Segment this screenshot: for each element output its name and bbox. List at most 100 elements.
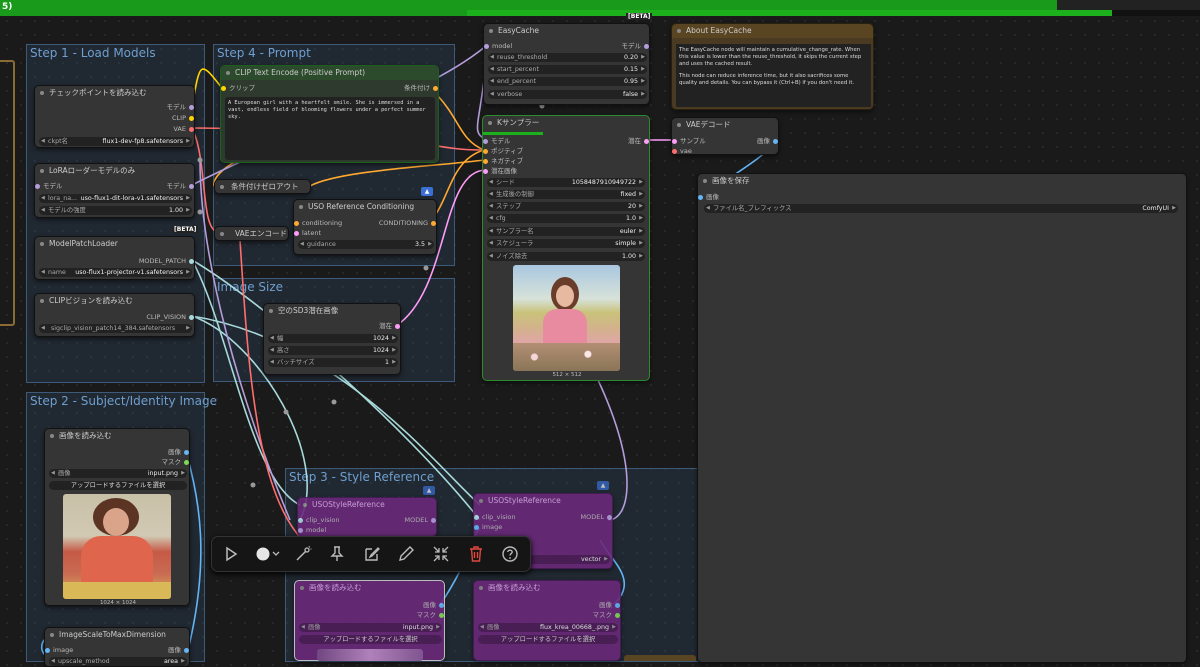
node-vae-decode[interactable]: VAEデコード サンプル vae 画像: [671, 117, 779, 155]
node-title: About EasyCache: [672, 24, 873, 38]
control-after-generate-widget[interactable]: 生成後の制御fixed: [487, 190, 645, 199]
node-model-patch-loader[interactable]: ModelPatchLoader MODEL_PATCH nameuso-flu…: [34, 236, 195, 280]
node-empty-sd3-latent[interactable]: 空のSD3潜在画像 潜在 幅1024 高さ1024 バッチサイズ1: [263, 303, 401, 375]
note-text[interactable]: The EasyCache node will maintain a cumul…: [676, 44, 871, 107]
image-select-widget[interactable]: 画像flux_krea_00668_.png: [478, 623, 618, 632]
output-model-patch[interactable]: MODEL_PATCH: [139, 257, 194, 266]
output-vae[interactable]: VAE: [173, 125, 194, 134]
image-select-widget[interactable]: 画像input.png: [49, 469, 187, 478]
input-latent[interactable]: latent: [294, 229, 321, 238]
node-lora-loader[interactable]: LoRAローダーモデルのみ モデル モデル lora_na...uso-flux…: [34, 163, 195, 218]
input-model[interactable]: model: [298, 526, 326, 535]
height-widget[interactable]: 高さ1024: [268, 346, 398, 355]
input-clip-vision[interactable]: clip_vision: [298, 516, 340, 525]
seed-widget[interactable]: シード1058487910949722: [487, 178, 645, 187]
node-graph-canvas[interactable]: 5) Step 1 - Load Models Step 4 - Prompt …: [0, 0, 1200, 667]
input-clip-vision[interactable]: clip_vision: [474, 513, 516, 522]
output-model[interactable]: モデル: [622, 42, 649, 51]
input-latent-image[interactable]: 潜在画像: [483, 167, 517, 176]
end-percent-widget[interactable]: end_percent0.95: [488, 77, 647, 86]
node-load-image-style-2[interactable]: 画像を読み込む 画像 マスク 画像flux_krea_00668_.png アッ…: [473, 580, 621, 661]
input-negative[interactable]: ネガティブ: [483, 157, 523, 166]
output-conditioning[interactable]: CONDITIONING: [379, 219, 436, 228]
node-clip-vision-loader[interactable]: CLIPビジョンを読み込む CLIP_VISION sigclip_vision…: [34, 293, 195, 337]
output-mask[interactable]: マスク: [162, 458, 189, 467]
trash-icon[interactable]: [467, 545, 485, 563]
output-latent[interactable]: 潜在: [379, 322, 400, 331]
input-model[interactable]: モデル: [483, 137, 511, 146]
help-icon[interactable]: [501, 545, 519, 563]
node-clip-text-encode[interactable]: CLIP Text Encode (Positive Prompt) クリップ …: [220, 65, 439, 163]
batch-size-widget[interactable]: バッチサイズ1: [268, 358, 398, 367]
pencil-icon[interactable]: [397, 545, 415, 563]
output-clip-vision[interactable]: CLIP_VISION: [146, 313, 194, 322]
input-conditioning[interactable]: conditioning: [294, 219, 342, 228]
sampler-name-widget[interactable]: サンプラー名euler: [487, 227, 645, 236]
cfg-widget[interactable]: cfg1.0: [487, 214, 645, 223]
scheduler-widget[interactable]: スケジューラsimple: [487, 239, 645, 248]
output-image[interactable]: 画像: [168, 448, 189, 457]
input-vae[interactable]: vae: [672, 147, 692, 156]
reuse-threshold-widget[interactable]: reuse_threshold0.20: [488, 53, 647, 62]
denoise-widget[interactable]: ノイズ除去1.00: [487, 252, 645, 261]
node-note-about-easycache[interactable]: About EasyCache The EasyCache node will …: [671, 23, 874, 110]
node-save-image[interactable]: 画像を保存 画像 ファイル名_プレフィックスComfyUI: [697, 173, 1187, 663]
clip-vision-name-widget[interactable]: sigclip_vision_patch14_384.safetensors: [39, 324, 192, 333]
lora-name-widget[interactable]: lora_na...uso-flux1-dit-lora-v1.safetens…: [39, 194, 192, 203]
verbose-toggle[interactable]: verbosefalse: [488, 90, 647, 99]
node-easycache[interactable]: EasyCache model モデル reuse_threshold0.20 …: [483, 23, 650, 105]
output-image[interactable]: 画像: [599, 601, 620, 610]
upload-button[interactable]: アップロードするファイルを選択: [49, 481, 187, 490]
input-samples[interactable]: サンプル: [672, 137, 706, 146]
wand-icon[interactable]: [294, 545, 312, 563]
node-uso-reference-conditioning[interactable]: USO Reference Conditioning conditioning …: [293, 199, 437, 255]
output-model[interactable]: モデル: [167, 182, 194, 191]
output-image[interactable]: 画像: [757, 137, 778, 146]
node-checkpoint-loader[interactable]: チェックポイントを読み込む モデル CLIP VAE ckpt名flux1-de…: [34, 85, 195, 148]
guidance-widget[interactable]: guidance3.5: [298, 240, 434, 249]
output-clip[interactable]: CLIP: [172, 114, 194, 123]
output-image[interactable]: 画像: [423, 601, 444, 610]
ckpt-name-widget[interactable]: ckpt名flux1-dev-fp8.safetensors: [39, 137, 192, 146]
node-uso-style-reference-1[interactable]: USOStyleReference clip_vision model MODE…: [297, 497, 437, 537]
output-mask[interactable]: マスク: [593, 611, 620, 620]
input-positive[interactable]: ポジティブ: [483, 147, 523, 156]
node-image-scale-to-max[interactable]: ImageScaleToMaxDimension image 画像 upscal…: [44, 627, 190, 667]
node-ksampler[interactable]: Kサンプラー モデル ポジティブ ネガティブ 潜在画像 潜在 シード105848…: [482, 115, 650, 381]
edit-icon[interactable]: [363, 545, 381, 563]
patch-name-widget[interactable]: nameuso-flux1-projector-v1.safetensors: [39, 268, 192, 277]
upscale-method-widget[interactable]: upscale_methodarea: [49, 657, 187, 666]
node-load-image-subject[interactable]: 画像を読み込む 画像 マスク 画像input.png アップロードするファイルを…: [44, 428, 190, 606]
node-vae-encode[interactable]: VAEエンコード: [214, 226, 289, 241]
pin-icon[interactable]: [328, 545, 346, 563]
upload-button[interactable]: アップロードするファイルを選択: [478, 635, 618, 644]
collapse-icon[interactable]: [432, 545, 450, 563]
output-model[interactable]: MODEL: [581, 513, 612, 522]
start-percent-widget[interactable]: start_percent0.15: [488, 65, 647, 74]
output-model[interactable]: モデル: [167, 103, 194, 112]
output-mask[interactable]: マスク: [417, 611, 444, 620]
input-clip[interactable]: クリップ: [221, 84, 255, 93]
color-circle-icon[interactable]: [254, 545, 282, 563]
input-model[interactable]: model: [484, 42, 512, 51]
wire-cond-neg: [309, 159, 485, 187]
node-conditioning-zero-out[interactable]: 条件付けゼロアウト: [214, 179, 311, 194]
node-load-image-style-1[interactable]: 画像を読み込む 画像 マスク 画像input.png アップロードするファイルを…: [294, 580, 445, 661]
node-title: ImageScaleToMaxDimension: [45, 628, 189, 642]
input-image[interactable]: 画像: [698, 193, 719, 202]
width-widget[interactable]: 幅1024: [268, 334, 398, 343]
upload-button[interactable]: アップロードするファイルを選択: [299, 635, 442, 644]
input-model[interactable]: モデル: [35, 182, 63, 191]
output-image[interactable]: 画像: [168, 646, 189, 655]
steps-widget[interactable]: ステップ20: [487, 202, 645, 211]
output-latent[interactable]: 潜在: [628, 137, 649, 146]
image-select-widget[interactable]: 画像input.png: [299, 623, 442, 632]
prompt-textarea[interactable]: A European girl with a heartfelt smile. …: [225, 97, 435, 160]
input-image[interactable]: image: [45, 646, 73, 655]
lora-strength-widget[interactable]: モデルの強度1.00: [39, 206, 192, 215]
play-icon[interactable]: [222, 545, 240, 563]
output-model[interactable]: MODEL: [405, 516, 436, 525]
filename-prefix-input[interactable]: ファイル名_プレフィックスComfyUI: [704, 204, 1178, 213]
output-conditioning[interactable]: 条件付け: [404, 84, 438, 93]
input-image[interactable]: image: [474, 523, 502, 532]
